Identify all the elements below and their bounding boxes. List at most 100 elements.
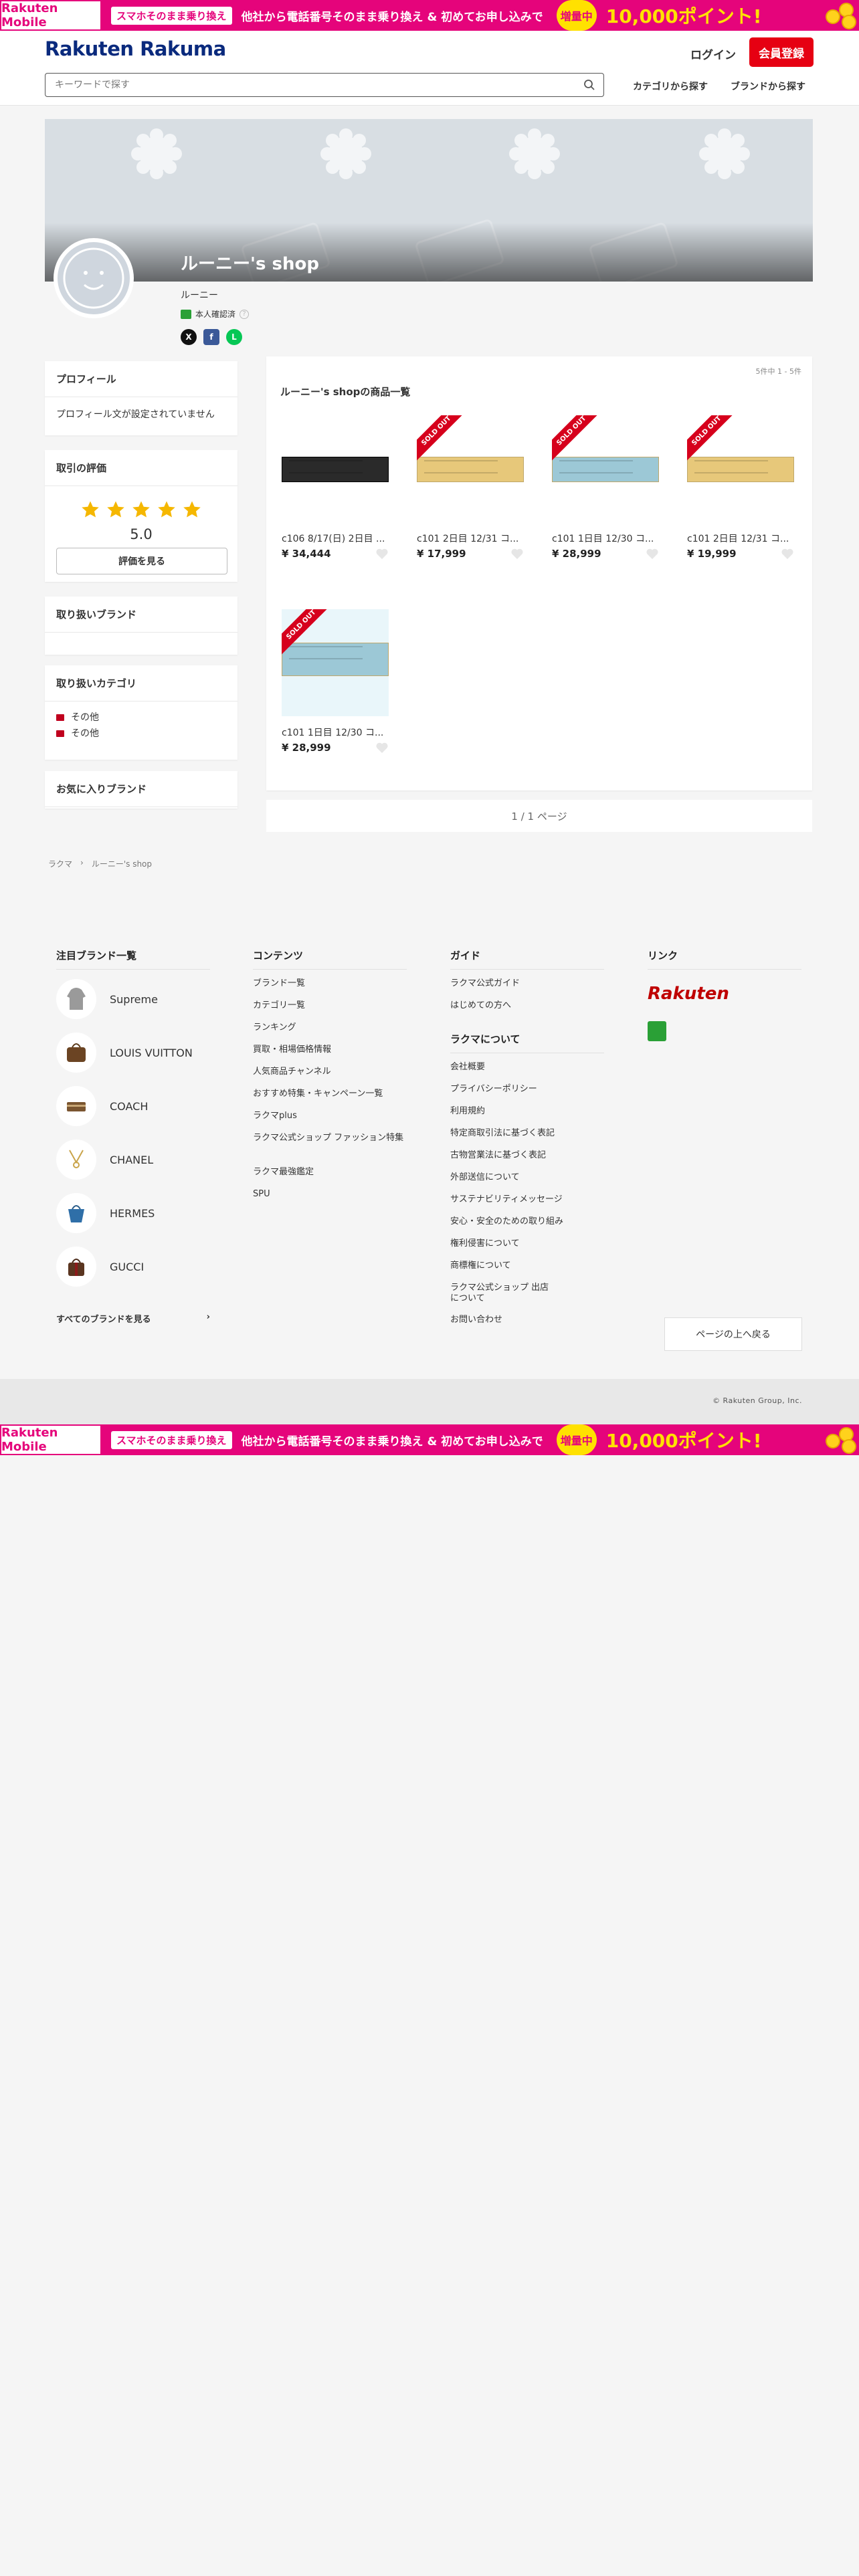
product-image[interactable]: [282, 415, 389, 522]
star-icon: [158, 501, 175, 518]
footer-brands-heading: 注目ブランド一覧: [56, 948, 210, 970]
shop-avatar: [54, 238, 134, 318]
banner-text: 他社から電話番号そのまま乗り換え & 初めてお申し込みで: [241, 1434, 543, 1448]
footer-links-heading: リンク: [648, 948, 801, 970]
product-price: ¥ 28,999: [282, 742, 331, 754]
footer-link[interactable]: はじめての方へ: [450, 1000, 617, 1011]
heart-icon[interactable]: [375, 742, 389, 754]
footer-contents-heading: コンテンツ: [253, 948, 407, 970]
footer-link[interactable]: プライバシーポリシー: [450, 1084, 617, 1095]
footer-link[interactable]: ランキング: [253, 1023, 420, 1033]
footer-link[interactable]: 外部送信について: [450, 1172, 617, 1183]
signup-button[interactable]: 会員登録: [749, 37, 814, 67]
footer-guide-heading: ガイド: [450, 948, 604, 970]
footer-link[interactable]: ラクマ最強鑑定: [253, 1167, 420, 1178]
product-name[interactable]: c101 1日目 12/30 コ...: [282, 726, 389, 739]
heart-icon[interactable]: [646, 548, 659, 560]
product-card[interactable]: SOLD OUT c101 2日目 12/31 コ... ¥ 17,999: [417, 415, 524, 560]
product-price: ¥ 19,999: [687, 548, 737, 560]
facebook-share-icon[interactable]: f: [203, 329, 219, 345]
x-share-icon[interactable]: X: [181, 329, 197, 345]
footer-brand-coach[interactable]: COACH: [56, 1086, 148, 1126]
verified-label: 本人確認済: [195, 310, 236, 319]
promo-banner-top[interactable]: Rakuten Mobile スマホそのまま乗り換え 他社から電話番号そのまま乗…: [0, 0, 859, 31]
product-image[interactable]: SOLD OUT: [552, 415, 659, 522]
rating-card: 取引の評価 5.0 評価を見る: [45, 450, 237, 582]
footer-link[interactable]: 古物営業法に基づく表記: [450, 1150, 617, 1161]
search-icon[interactable]: [583, 79, 595, 91]
back-to-top-button[interactable]: ページの上へ戻る: [664, 1317, 802, 1351]
footer-brand-supreme[interactable]: Supreme: [56, 979, 158, 1019]
promo-banner-bottom[interactable]: Rakuten Mobile スマホそのまま乗り換え 他社から電話番号そのまま乗…: [0, 1424, 859, 1455]
footer-link[interactable]: 権利侵害について: [450, 1239, 617, 1249]
all-brands-link[interactable]: すべてのブランドを見る ›: [56, 1312, 210, 1325]
product-image[interactable]: SOLD OUT: [417, 415, 524, 522]
product-name[interactable]: c101 2日目 12/31 コ...: [417, 532, 524, 545]
product-name[interactable]: c101 1日目 12/30 コ...: [552, 532, 659, 545]
login-link[interactable]: ログイン: [690, 45, 736, 62]
footer-brand-gucci[interactable]: GUCCI: [56, 1247, 144, 1287]
nav-brand-link[interactable]: ブランドから探す: [731, 80, 805, 93]
category-item[interactable]: その他: [56, 726, 226, 742]
view-ratings-button[interactable]: 評価を見る: [56, 548, 227, 574]
footer-link[interactable]: 商標権について: [450, 1261, 617, 1271]
footer-link[interactable]: 人気商品チャンネル: [253, 1067, 420, 1077]
footer-link[interactable]: おすすめ特集・キャンペーン一覧: [253, 1089, 420, 1099]
footer-link[interactable]: 利用規約: [450, 1106, 617, 1117]
product-card[interactable]: SOLD OUT c101 2日目 12/31 コ... ¥ 19,999: [687, 415, 794, 560]
nav-category-link[interactable]: カテゴリから探す: [633, 80, 708, 93]
rakuma-logo[interactable]: Rakuten Rakuma: [45, 37, 226, 60]
footer-link[interactable]: ラクマ公式ガイド: [450, 978, 617, 989]
footer-link[interactable]: SPU: [253, 1189, 420, 1200]
product-list-panel: 5件中 1 - 5件 ルーニー's shopの商品一覧 c106 8/17(日)…: [266, 356, 812, 790]
id-card-icon: [181, 309, 191, 319]
green-energy-logo[interactable]: [648, 1021, 671, 1041]
heart-icon[interactable]: [781, 548, 794, 560]
product-name[interactable]: c106 8/17(日) 2日目 ...: [282, 532, 389, 545]
product-card[interactable]: SOLD OUT c101 1日目 12/30 コ... ¥ 28,999: [282, 609, 389, 754]
footer-link[interactable]: ラクマ公式ショップ ファッション特集: [253, 1133, 413, 1144]
tote-bag-icon: [56, 1193, 96, 1233]
star-icon: [82, 501, 99, 518]
banner-points: 10,000ポイント!: [605, 5, 762, 27]
footer-link[interactable]: 特定商取引法に基づく表記: [450, 1128, 617, 1139]
footer-link[interactable]: ラクマ公式ショップ 出店について: [450, 1283, 551, 1304]
product-card[interactable]: c106 8/17(日) 2日目 ... ¥ 34,444: [282, 415, 389, 560]
smiley-face-icon: [63, 247, 124, 309]
footer-link[interactable]: ラクマplus: [253, 1111, 420, 1121]
breadcrumb-home[interactable]: ラクマ: [48, 858, 72, 869]
profile-text: プロフィール文が設定されていません: [56, 409, 215, 420]
search-input[interactable]: [45, 74, 567, 96]
shop-cover-image: [45, 119, 813, 282]
bag-icon: [56, 1033, 96, 1073]
footer-brand-louis-vuitton[interactable]: LOUIS VUITTON: [56, 1033, 193, 1073]
rakuten-logo[interactable]: Rakuten: [648, 984, 729, 1004]
share-buttons: X f L: [181, 329, 242, 345]
heart-icon[interactable]: [510, 548, 524, 560]
pagination: 1 / 1 ページ: [266, 800, 812, 832]
footer-link[interactable]: 買取・相場価格情報: [253, 1045, 420, 1055]
product-price: ¥ 34,444: [282, 548, 331, 560]
help-icon[interactable]: ?: [240, 309, 250, 319]
product-card[interactable]: SOLD OUT c101 1日目 12/30 コ... ¥ 28,999: [552, 415, 659, 560]
footer-brand-hermes[interactable]: HERMES: [56, 1193, 155, 1233]
footer-link[interactable]: お問い合わせ: [450, 1315, 617, 1325]
category-item[interactable]: その他: [56, 710, 226, 726]
product-image[interactable]: SOLD OUT: [687, 415, 794, 522]
product-price: ¥ 17,999: [417, 548, 466, 560]
product-name[interactable]: c101 2日目 12/31 コ...: [687, 532, 794, 545]
footer-brand-chanel[interactable]: CHANEL: [56, 1140, 153, 1180]
line-share-icon[interactable]: L: [226, 329, 242, 345]
footer-link[interactable]: ブランド一覧: [253, 978, 420, 989]
result-count: 5件中 1 - 5件: [755, 367, 801, 376]
footer-link[interactable]: カテゴリ一覧: [253, 1000, 420, 1011]
footer-link[interactable]: 安心・安全のための取り組み: [450, 1216, 617, 1227]
footer-link[interactable]: サステナビリティメッセージ: [450, 1194, 617, 1205]
footer-link[interactable]: 会社概要: [450, 1062, 617, 1073]
breadcrumb: ラクマ › ルーニー's shop: [48, 858, 152, 869]
wallet-icon: [56, 1086, 96, 1126]
banner-tag: スマホそのまま乗り換え: [111, 6, 232, 25]
heart-icon[interactable]: [375, 548, 389, 560]
profile-heading: プロフィール: [45, 361, 237, 397]
product-image[interactable]: SOLD OUT: [282, 609, 389, 716]
